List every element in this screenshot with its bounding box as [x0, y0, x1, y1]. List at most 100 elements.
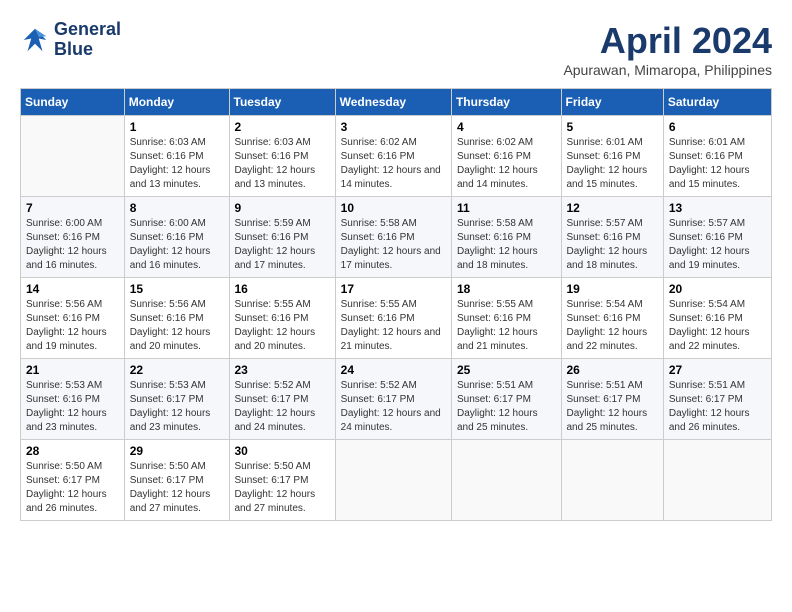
calendar-cell: [561, 440, 663, 521]
calendar-cell: 15 Sunrise: 5:56 AM Sunset: 6:16 PM Dayli…: [124, 278, 229, 359]
calendar-cell: 4 Sunrise: 6:02 AM Sunset: 6:16 PM Daylig…: [451, 116, 561, 197]
location: Apurawan, Mimaropa, Philippines: [563, 62, 772, 78]
day-info: Sunrise: 5:59 AM Sunset: 6:16 PM Dayligh…: [235, 217, 330, 273]
calendar-cell: 5Sunrise: 6:01 AM Sunset: 6:16 PM Daylig…: [561, 116, 663, 197]
calendar-cell: 1 Sunrise: 6:03 AM Sunset: 6:16 PM Daylig…: [124, 116, 229, 197]
day-number: 10: [341, 201, 446, 215]
day-number: 6: [669, 120, 766, 134]
day-info: Sunrise: 5:51 AM Sunset: 6:17 PM Dayligh…: [669, 379, 766, 435]
day-info: Sunrise: 5:50 AM Sunset: 6:17 PM Dayligh…: [130, 460, 224, 516]
day-number: 16: [235, 282, 330, 296]
month-title: April 2024: [563, 20, 772, 62]
logo: General Blue: [20, 20, 121, 60]
calendar-cell: 8 Sunrise: 6:00 AM Sunset: 6:16 PM Daylig…: [124, 197, 229, 278]
day-info: Sunrise: 5:54 AM Sunset: 6:16 PM Dayligh…: [567, 298, 658, 354]
calendar-cell: 14 Sunrise: 5:56 AM Sunset: 6:16 PM Dayli…: [21, 278, 125, 359]
calendar-cell: 17 Sunrise: 5:55 AM Sunset: 6:16 PM Dayli…: [335, 278, 451, 359]
calendar-cell: 16 Sunrise: 5:55 AM Sunset: 6:16 PM Dayli…: [229, 278, 335, 359]
calendar-cell: 24 Sunrise: 5:52 AM Sunset: 6:17 PM Dayli…: [335, 359, 451, 440]
calendar-week-row: 21 Sunrise: 5:53 AM Sunset: 6:16 PM Dayli…: [21, 359, 772, 440]
day-info: Sunrise: 6:02 AM Sunset: 6:16 PM Dayligh…: [457, 136, 556, 192]
weekday-header: Sunday: [21, 89, 125, 116]
day-number: 3: [341, 120, 446, 134]
calendar-week-row: 1 Sunrise: 6:03 AM Sunset: 6:16 PM Daylig…: [21, 116, 772, 197]
day-info: Sunrise: 5:58 AM Sunset: 6:16 PM Dayligh…: [457, 217, 556, 273]
calendar-cell: 9Sunrise: 5:59 AM Sunset: 6:16 PM Daylig…: [229, 197, 335, 278]
day-number: 22: [130, 363, 224, 377]
day-number: 12: [567, 201, 658, 215]
calendar-table: SundayMondayTuesdayWednesdayThursdayFrid…: [20, 88, 772, 521]
day-info: Sunrise: 5:52 AM Sunset: 6:17 PM Dayligh…: [341, 379, 446, 435]
calendar-cell: 29 Sunrise: 5:50 AM Sunset: 6:17 PM Dayli…: [124, 440, 229, 521]
day-number: 30: [235, 444, 330, 458]
day-number: 11: [457, 201, 556, 215]
day-number: 4: [457, 120, 556, 134]
calendar-cell: 7Sunrise: 6:00 AM Sunset: 6:16 PM Daylig…: [21, 197, 125, 278]
day-number: 13: [669, 201, 766, 215]
day-info: Sunrise: 5:50 AM Sunset: 6:17 PM Dayligh…: [235, 460, 330, 516]
page-header: General Blue April 2024 Apurawan, Mimaro…: [20, 20, 772, 78]
calendar-cell: 25 Sunrise: 5:51 AM Sunset: 6:17 PM Dayli…: [451, 359, 561, 440]
day-info: Sunrise: 5:54 AM Sunset: 6:16 PM Dayligh…: [669, 298, 766, 354]
day-number: 17: [341, 282, 446, 296]
weekday-header: Thursday: [451, 89, 561, 116]
day-number: 15: [130, 282, 224, 296]
day-number: 2: [235, 120, 330, 134]
calendar-cell: 21 Sunrise: 5:53 AM Sunset: 6:16 PM Dayli…: [21, 359, 125, 440]
day-info: Sunrise: 6:02 AM Sunset: 6:16 PM Dayligh…: [341, 136, 446, 192]
calendar-week-row: 7Sunrise: 6:00 AM Sunset: 6:16 PM Daylig…: [21, 197, 772, 278]
weekday-header: Wednesday: [335, 89, 451, 116]
logo-icon: [20, 25, 50, 55]
day-info: Sunrise: 5:56 AM Sunset: 6:16 PM Dayligh…: [130, 298, 224, 354]
calendar-cell: 11 Sunrise: 5:58 AM Sunset: 6:16 PM Dayli…: [451, 197, 561, 278]
calendar-cell: [21, 116, 125, 197]
day-number: 29: [130, 444, 224, 458]
calendar-cell: 6 Sunrise: 6:01 AM Sunset: 6:16 PM Daylig…: [663, 116, 771, 197]
calendar-cell: 27 Sunrise: 5:51 AM Sunset: 6:17 PM Dayli…: [663, 359, 771, 440]
day-info: Sunrise: 6:03 AM Sunset: 6:16 PM Dayligh…: [235, 136, 330, 192]
day-number: 1: [130, 120, 224, 134]
calendar-cell: [335, 440, 451, 521]
day-info: Sunrise: 5:55 AM Sunset: 6:16 PM Dayligh…: [457, 298, 556, 354]
day-number: 8: [130, 201, 224, 215]
calendar-week-row: 14 Sunrise: 5:56 AM Sunset: 6:16 PM Dayli…: [21, 278, 772, 359]
calendar-cell: 28Sunrise: 5:50 AM Sunset: 6:17 PM Dayli…: [21, 440, 125, 521]
day-info: Sunrise: 6:00 AM Sunset: 6:16 PM Dayligh…: [130, 217, 224, 273]
calendar-cell: 10Sunrise: 5:58 AM Sunset: 6:16 PM Dayli…: [335, 197, 451, 278]
calendar-cell: 30 Sunrise: 5:50 AM Sunset: 6:17 PM Dayli…: [229, 440, 335, 521]
day-number: 18: [457, 282, 556, 296]
day-number: 25: [457, 363, 556, 377]
day-info: Sunrise: 6:01 AM Sunset: 6:16 PM Dayligh…: [669, 136, 766, 192]
weekday-header: Tuesday: [229, 89, 335, 116]
day-number: 19: [567, 282, 658, 296]
day-info: Sunrise: 5:56 AM Sunset: 6:16 PM Dayligh…: [26, 298, 119, 354]
day-info: Sunrise: 5:53 AM Sunset: 6:16 PM Dayligh…: [26, 379, 119, 435]
day-info: Sunrise: 5:55 AM Sunset: 6:16 PM Dayligh…: [235, 298, 330, 354]
day-number: 20: [669, 282, 766, 296]
weekday-header: Friday: [561, 89, 663, 116]
day-number: 27: [669, 363, 766, 377]
day-info: Sunrise: 5:50 AM Sunset: 6:17 PM Dayligh…: [26, 460, 119, 516]
calendar-cell: 3 Sunrise: 6:02 AM Sunset: 6:16 PM Daylig…: [335, 116, 451, 197]
calendar-cell: 2 Sunrise: 6:03 AM Sunset: 6:16 PM Daylig…: [229, 116, 335, 197]
calendar-cell: 23Sunrise: 5:52 AM Sunset: 6:17 PM Dayli…: [229, 359, 335, 440]
day-number: 23: [235, 363, 330, 377]
day-number: 21: [26, 363, 119, 377]
day-info: Sunrise: 5:53 AM Sunset: 6:17 PM Dayligh…: [130, 379, 224, 435]
logo-text: General Blue: [54, 20, 121, 60]
day-info: Sunrise: 5:51 AM Sunset: 6:17 PM Dayligh…: [567, 379, 658, 435]
title-block: April 2024 Apurawan, Mimaropa, Philippin…: [563, 20, 772, 78]
day-info: Sunrise: 5:51 AM Sunset: 6:17 PM Dayligh…: [457, 379, 556, 435]
day-info: Sunrise: 6:03 AM Sunset: 6:16 PM Dayligh…: [130, 136, 224, 192]
day-number: 14: [26, 282, 119, 296]
day-info: Sunrise: 5:55 AM Sunset: 6:16 PM Dayligh…: [341, 298, 446, 354]
calendar-cell: 22 Sunrise: 5:53 AM Sunset: 6:17 PM Dayli…: [124, 359, 229, 440]
day-number: 26: [567, 363, 658, 377]
calendar-cell: 13Sunrise: 5:57 AM Sunset: 6:16 PM Dayli…: [663, 197, 771, 278]
calendar-cell: 12 Sunrise: 5:57 AM Sunset: 6:16 PM Dayli…: [561, 197, 663, 278]
calendar-cell: 18 Sunrise: 5:55 AM Sunset: 6:16 PM Dayli…: [451, 278, 561, 359]
day-number: 5: [567, 120, 658, 134]
calendar-header-row: SundayMondayTuesdayWednesdayThursdayFrid…: [21, 89, 772, 116]
day-info: Sunrise: 5:57 AM Sunset: 6:16 PM Dayligh…: [567, 217, 658, 273]
day-number: 24: [341, 363, 446, 377]
